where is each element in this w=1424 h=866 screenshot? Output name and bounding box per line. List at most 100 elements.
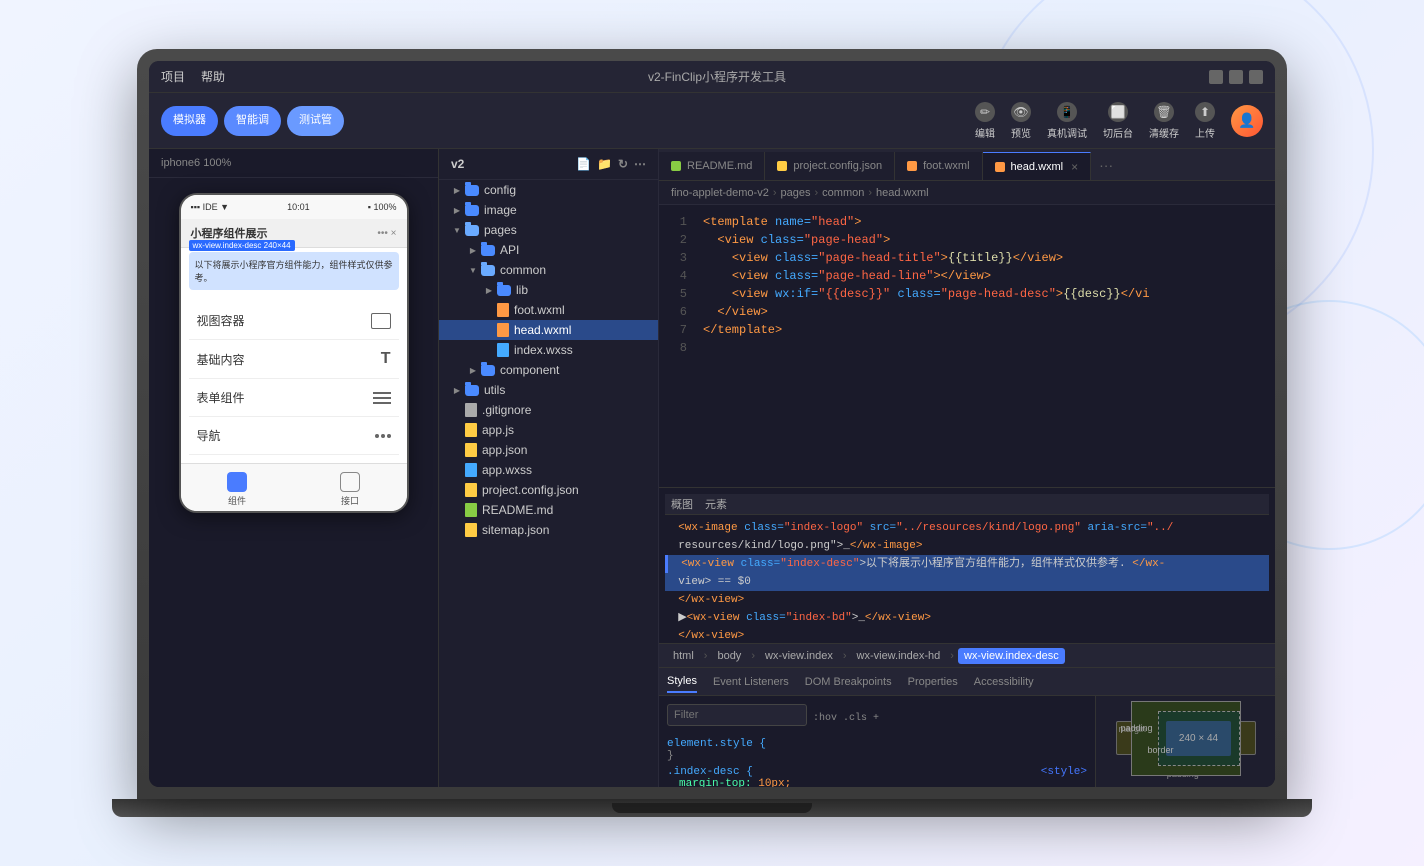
bc-wx-view-index-desc[interactable]: wx-view.index-desc — [958, 648, 1065, 664]
toolbar-left: 模拟器 智能调 测试管 — [161, 106, 344, 136]
tree-label-utils: utils — [484, 383, 505, 397]
tree-folder-pages[interactable]: ▼ pages — [439, 220, 658, 240]
tree-folder-api[interactable]: ▶ API — [439, 240, 658, 260]
phone-highlight-area: wx-view.index-desc 240×44 以下将展示小程序官方组件能力… — [189, 252, 399, 290]
phone-nav-api[interactable]: 接口 — [340, 472, 360, 507]
folder-icon-image — [465, 205, 479, 216]
refresh-icon[interactable]: ↻ — [618, 157, 628, 171]
tab-readme[interactable]: README.md — [659, 152, 765, 180]
tree-folder-config[interactable]: ▶ config — [439, 180, 658, 200]
tree-folder-image[interactable]: ▶ image — [439, 200, 658, 220]
clear-cache-action[interactable]: 🗑 清缓存 — [1149, 102, 1179, 140]
devtools-tab-event-listeners[interactable]: Event Listeners — [713, 672, 789, 692]
tab-label-headwxml: head.wxml — [1011, 161, 1064, 173]
arrow-component: ▶ — [467, 364, 479, 376]
upload-label: 上传 — [1195, 125, 1215, 140]
window-close[interactable] — [1249, 70, 1263, 84]
simulator-label: 模拟器 — [173, 114, 206, 127]
line-num-3: 3 — [659, 249, 695, 267]
tree-label-appjson: app.json — [482, 443, 527, 457]
menu-item-help[interactable]: 帮助 — [201, 68, 225, 85]
tabs-overflow-menu[interactable]: ··· — [1091, 157, 1121, 173]
breadcrumb-part-2: pages — [781, 187, 811, 199]
tree-file-projectconfig[interactable]: project.config.json — [439, 480, 658, 500]
line-num-6: 6 — [659, 303, 695, 321]
simulator-button[interactable]: 模拟器 — [161, 106, 218, 136]
background-action[interactable]: ⬜ 切后台 — [1103, 102, 1133, 140]
dom-line-6: ▶<wx-view class="index-bd">_</wx-view> — [665, 609, 1269, 627]
bc-wx-view-index-hd[interactable]: wx-view.index-hd — [851, 648, 947, 664]
phone-component-name-4: 导航 — [197, 427, 221, 444]
phone-title-dots: ••• × — [377, 228, 396, 239]
tree-file-appjs[interactable]: app.js — [439, 420, 658, 440]
upload-action[interactable]: ⬆ 上传 — [1195, 102, 1215, 140]
debug-label: 智能调 — [236, 114, 269, 127]
code-line-7: 7 </template> — [659, 321, 1275, 339]
tab-headwxml[interactable]: head.wxml × — [983, 152, 1092, 180]
devtools-elements-tab[interactable]: 元素 — [705, 496, 727, 512]
tree-file-foot-wxml[interactable]: foot.wxml — [439, 300, 658, 320]
styles-source-index-desc: <style> — [1041, 766, 1087, 778]
line-content-7: </template> — [695, 321, 1275, 339]
tree-label-projectconfig: project.config.json — [482, 483, 579, 497]
bc-wx-view-index[interactable]: wx-view.index — [759, 648, 839, 664]
tree-file-appwxss[interactable]: app.wxss — [439, 460, 658, 480]
phone-component-name-2: 基础内容 — [197, 351, 245, 368]
tree-folder-component[interactable]: ▶ component — [439, 360, 658, 380]
bc-body[interactable]: body — [711, 648, 747, 664]
folder-icon-lib — [497, 285, 511, 296]
tab-label-readme: README.md — [687, 160, 752, 172]
tree-folder-lib[interactable]: ▶ lib — [439, 280, 658, 300]
folder-icon-config — [465, 185, 479, 196]
line-content-5: <view wx:if="{{desc}}" class="page-head-… — [695, 285, 1275, 303]
phone-container: ▪▪▪ IDE ▼ 10:01 ▪ 100% 小程序组件展示 ••• × — [149, 178, 438, 787]
new-file-icon[interactable]: 📄 — [576, 157, 591, 171]
tree-file-gitignore[interactable]: .gitignore — [439, 400, 658, 420]
test-button[interactable]: 测试管 — [287, 106, 344, 136]
collapse-icon[interactable]: ⋯ — [634, 157, 646, 171]
tree-label-image: image — [484, 203, 517, 217]
preview-label: 预览 — [1011, 125, 1031, 140]
bm-content: 240 × 44 — [1166, 721, 1231, 756]
tab-projectconfig[interactable]: project.config.json — [765, 152, 895, 180]
phone-nav-components[interactable]: 组件 — [227, 472, 247, 507]
file-icon-projectconfig — [465, 483, 477, 497]
bm-padding: padding 240 × 44 — [1158, 711, 1240, 766]
edit-action[interactable]: ✏ 编辑 — [975, 102, 995, 140]
styles-index-desc: .index-desc { <style> margin-top: 10px; … — [667, 766, 1087, 787]
device-debug-action[interactable]: 📱 真机调试 — [1047, 102, 1087, 140]
user-avatar[interactable]: 👤 — [1231, 105, 1263, 137]
code-editor[interactable]: 1 <template name="head"> 2 <view class="… — [659, 205, 1275, 487]
tree-file-head-wxml[interactable]: head.wxml — [439, 320, 658, 340]
new-folder-icon[interactable]: 📁 — [597, 157, 612, 171]
line-num-4: 4 — [659, 267, 695, 285]
devtools-tab-styles[interactable]: Styles — [667, 671, 697, 693]
bc-html[interactable]: html — [667, 648, 700, 664]
tree-folder-utils[interactable]: ▶ utils — [439, 380, 658, 400]
preview-action[interactable]: 👁 预览 — [1011, 102, 1031, 140]
window-minimize[interactable] — [1209, 70, 1223, 84]
devtools-tab-dom-breakpoints[interactable]: DOM Breakpoints — [805, 672, 892, 692]
menu-item-project[interactable]: 项目 — [161, 68, 185, 85]
tree-file-readme[interactable]: README.md — [439, 500, 658, 520]
styles-filter-input[interactable] — [667, 704, 807, 726]
file-icon-head-wxml — [497, 323, 509, 337]
phone-bottom-nav: 组件 接口 — [181, 463, 407, 511]
nav-icon — [375, 434, 391, 438]
tab-close-headwxml[interactable]: × — [1071, 160, 1078, 174]
clear-cache-label: 清缓存 — [1149, 125, 1179, 140]
tree-file-index-wxss[interactable]: index.wxss — [439, 340, 658, 360]
devtools-overview-tab[interactable]: 概图 — [671, 496, 693, 512]
window-maximize[interactable] — [1229, 70, 1243, 84]
tree-file-sitemap[interactable]: sitemap.json — [439, 520, 658, 540]
devtools-tab-accessibility[interactable]: Accessibility — [974, 672, 1034, 692]
code-line-1: 1 <template name="head"> — [659, 213, 1275, 231]
tab-footwxml[interactable]: foot.wxml — [895, 152, 982, 180]
line-content-2: <view class="page-head"> — [695, 231, 1275, 249]
debug-button[interactable]: 智能调 — [224, 106, 281, 136]
tree-folder-common[interactable]: ▼ common — [439, 260, 658, 280]
devtools-tab-properties[interactable]: Properties — [908, 672, 958, 692]
tree-file-appjson[interactable]: app.json — [439, 440, 658, 460]
file-icon-appjs — [465, 423, 477, 437]
laptop-screen: 项目 帮助 v2-FinClip小程序开发工具 模拟器 智能调 — [149, 61, 1275, 787]
